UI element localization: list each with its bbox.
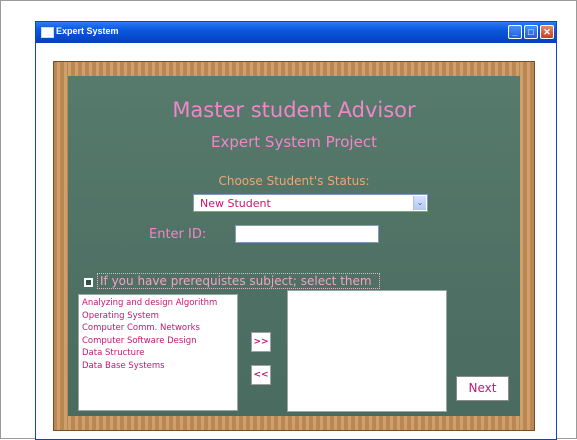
- list-item[interactable]: Data Base Systems: [79, 360, 237, 373]
- list-item[interactable]: Data Structure: [79, 347, 237, 360]
- list-item[interactable]: Operating System: [79, 310, 237, 323]
- prerequisites-checkbox-label[interactable]: If you have prerequistes subject; select…: [97, 273, 380, 289]
- chalkboard: Master student Advisor Expert System Pro…: [68, 76, 520, 416]
- status-label: Choose Student's Status:: [218, 174, 370, 188]
- id-input[interactable]: [235, 225, 379, 243]
- close-button[interactable]: ✕: [540, 25, 554, 39]
- status-selected-value: New Student: [200, 197, 271, 210]
- app-title: Master student Advisor: [172, 98, 416, 122]
- app-icon: [41, 27, 54, 38]
- id-label: Enter ID:: [149, 227, 207, 242]
- chalkboard-frame: Master student Advisor Expert System Pro…: [54, 62, 534, 430]
- remove-subject-button[interactable]: <<: [251, 365, 271, 385]
- list-item[interactable]: Computer Comm. Networks: [79, 322, 237, 335]
- chevron-down-icon[interactable]: ⌄: [413, 196, 426, 210]
- prerequisites-checkbox[interactable]: [84, 278, 93, 287]
- list-item[interactable]: Computer Software Design: [79, 335, 237, 348]
- list-item[interactable]: Analyzing and design Algorithm: [79, 297, 237, 310]
- app-subtitle: Expert System Project: [211, 133, 377, 151]
- available-subjects-list[interactable]: Analyzing and design Algorithm Operating…: [78, 294, 238, 411]
- status-dropdown[interactable]: New Student ⌄: [193, 194, 428, 212]
- add-subject-button[interactable]: >>: [251, 332, 271, 352]
- minimize-button[interactable]: _: [508, 25, 522, 39]
- next-button[interactable]: Next: [456, 376, 509, 401]
- maximize-button[interactable]: □: [524, 25, 538, 39]
- title-bar[interactable]: Expert System _ □ ✕: [36, 22, 556, 43]
- page-border: Expert System _ □ ✕ Master student Advis…: [0, 0, 577, 440]
- selected-subjects-list[interactable]: [287, 290, 447, 412]
- window-title: Expert System: [56, 26, 119, 36]
- app-window: Expert System _ □ ✕ Master student Advis…: [35, 21, 557, 440]
